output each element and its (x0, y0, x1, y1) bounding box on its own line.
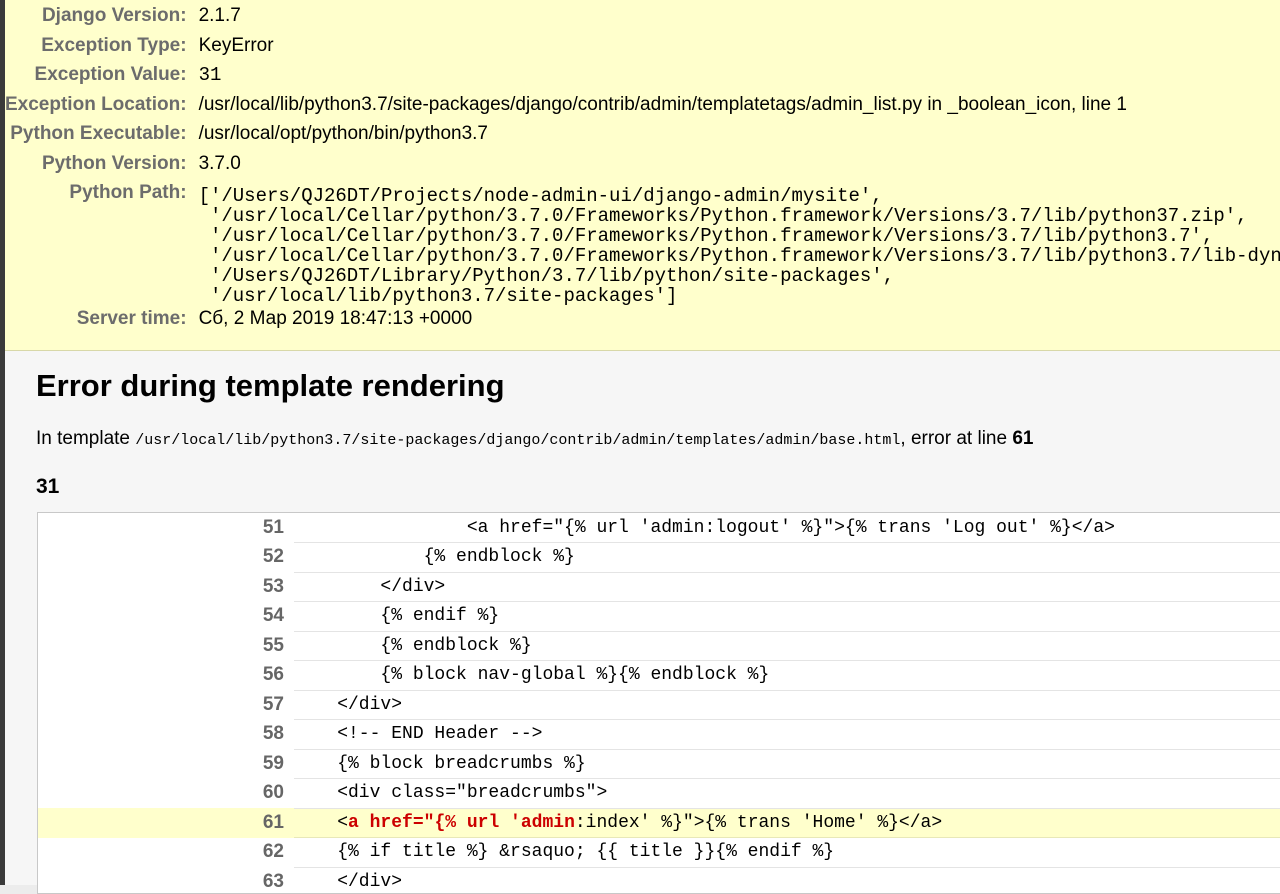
source-line-current: 61 <a href="{% url 'admin:index' %}">{% … (38, 808, 1280, 838)
python-path-line: '/usr/local/Cellar/python/3.7.0/Framewor… (198, 245, 1280, 267)
meta-value: Сб, 2 Мар 2019 18:47:13 +0000 (198, 308, 473, 329)
template-path: /usr/local/lib/python3.7/site-packages/d… (135, 432, 901, 449)
python-path-line: '/Users/QJ26DT/Library/Python/3.7/lib/py… (198, 265, 895, 287)
source-table: 51 <a href="{% url 'admin:logout' %}">{%… (38, 513, 1280, 893)
python-path-line: '/usr/local/Cellar/python/3.7.0/Framewor… (198, 225, 1214, 247)
meta-label: Django Version: (41, 5, 187, 26)
meta-label: Python Executable: (10, 123, 187, 144)
source-context[interactable]: 51 <a href="{% url 'admin:logout' %}">{%… (37, 512, 1280, 894)
source-line: 55 {% endblock %} (38, 631, 1280, 661)
line-code: <a href="{% url 'admin:index' %}">{% tra… (294, 808, 1280, 838)
line-number: 51 (262, 516, 284, 538)
line-code: {% if title %} &rsaquo; {{ title }}{% en… (294, 837, 1280, 868)
template-error-section: Error during template rendering In templ… (5, 351, 1280, 894)
code-before-error: < (337, 812, 349, 833)
line-number: 60 (262, 782, 284, 804)
line-number: 54 (262, 605, 284, 627)
line-number: 53 (262, 575, 284, 597)
template-error-message: 31 (36, 475, 60, 498)
line-number: 56 (262, 664, 284, 686)
line-code: {% endblock %} (294, 542, 1280, 573)
line-code: <div class="breadcrumbs"> (294, 778, 1280, 809)
meta-row-python-path: Python Path: ['/Users/QJ26DT/Projects/no… (5, 180, 1280, 306)
code-after-error: :index' %}">{% trans 'Home' %}</a> (574, 812, 943, 833)
meta-row-python-executable: Python Executable: /usr/local/opt/python… (5, 121, 1280, 151)
line-code: </div> (294, 867, 1280, 893)
source-line: 53 </div> (38, 572, 1280, 602)
source-line: 59 {% block breadcrumbs %} (38, 749, 1280, 779)
meta-value: 31 (198, 64, 222, 86)
python-path-line: ['/Users/QJ26DT/Projects/node-admin-ui/d… (198, 185, 883, 207)
error-line-number: 61 (1012, 428, 1034, 449)
template-error-heading: Error during template rendering (36, 368, 505, 403)
line-code: </div> (294, 690, 1280, 720)
meta-table: Django Version: 2.1.7 Exception Type: Ke… (5, 3, 1280, 336)
source-line: 58 <!-- END Header --> (38, 719, 1280, 750)
source-line: 56 {% block nav-global %}{% endblock %} (38, 660, 1280, 691)
python-path-list: ['/Users/QJ26DT/Projects/node-admin-ui/d… (199, 180, 1280, 306)
line-number: 58 (262, 723, 284, 745)
exception-summary: Django Version: 2.1.7 Exception Type: Ke… (5, 0, 1280, 351)
line-code: {% block breadcrumbs %} (294, 749, 1280, 779)
source-line: 54 {% endif %} (38, 601, 1280, 632)
meta-label: Server time: (76, 308, 187, 329)
source-line: 57 </div> (38, 690, 1280, 720)
line-number: 52 (262, 546, 284, 568)
line-code: {% endif %} (294, 601, 1280, 632)
source-line: 60 <div class="breadcrumbs"> (38, 778, 1280, 809)
line-number: 63 (262, 870, 284, 892)
meta-label: Exception Location: (5, 93, 187, 115)
in-template-prefix: In template (36, 428, 136, 449)
line-code: </div> (294, 572, 1280, 602)
meta-label: Python Path: (69, 182, 187, 203)
source-line: 52 {% endblock %} (38, 542, 1280, 573)
meta-label: Exception Type: (41, 34, 187, 56)
line-number: 61 (38, 808, 294, 838)
source-line: 62 {% if title %} &rsaquo; {{ title }}{%… (38, 837, 1280, 868)
line-code: <a href="{% url 'admin:logout' %}">{% tr… (294, 513, 1280, 543)
error-at-text: , error at line (900, 428, 1013, 449)
line-number: 62 (262, 841, 284, 863)
meta-value: /usr/local/lib/python3.7/site-packages/d… (198, 93, 1127, 115)
line-number: 55 (262, 634, 284, 656)
template-location: In template /usr/local/lib/python3.7/sit… (36, 428, 1033, 450)
line-number: 57 (262, 693, 284, 715)
python-path-line: '/usr/local/Cellar/python/3.7.0/Framewor… (198, 205, 1248, 227)
meta-value: 3.7.0 (198, 152, 241, 174)
line-code: <!-- END Header --> (294, 719, 1280, 750)
meta-row-exception-value: Exception Value: 31 (5, 62, 1280, 92)
meta-row-exception-location: Exception Location: /usr/local/lib/pytho… (5, 92, 1280, 122)
line-code: {% endblock %} (294, 631, 1280, 661)
meta-label: Exception Value: (34, 64, 187, 85)
line-number: 59 (262, 752, 284, 774)
meta-row-python-version: Python Version: 3.7.0 (5, 151, 1280, 181)
meta-row-server-time: Server time: Сб, 2 Мар 2019 18:47:13 +00… (5, 306, 1280, 336)
meta-row-exception-type: Exception Type: KeyError (5, 33, 1280, 63)
source-line: 63 </div> (38, 867, 1280, 893)
meta-value: KeyError (198, 34, 274, 56)
source-line: 51 <a href="{% url 'admin:logout' %}">{%… (38, 513, 1280, 543)
meta-row-django-version: Django Version: 2.1.7 (5, 3, 1280, 33)
meta-value: 2.1.7 (198, 5, 241, 26)
line-code: {% block nav-global %}{% endblock %} (294, 660, 1280, 691)
meta-label: Python Version: (41, 152, 187, 174)
meta-value: /usr/local/opt/python/bin/python3.7 (198, 123, 488, 144)
python-path-line: '/usr/local/lib/python3.7/site-packages'… (198, 285, 678, 307)
error-highlight: a href="{% url 'admin (348, 812, 575, 833)
